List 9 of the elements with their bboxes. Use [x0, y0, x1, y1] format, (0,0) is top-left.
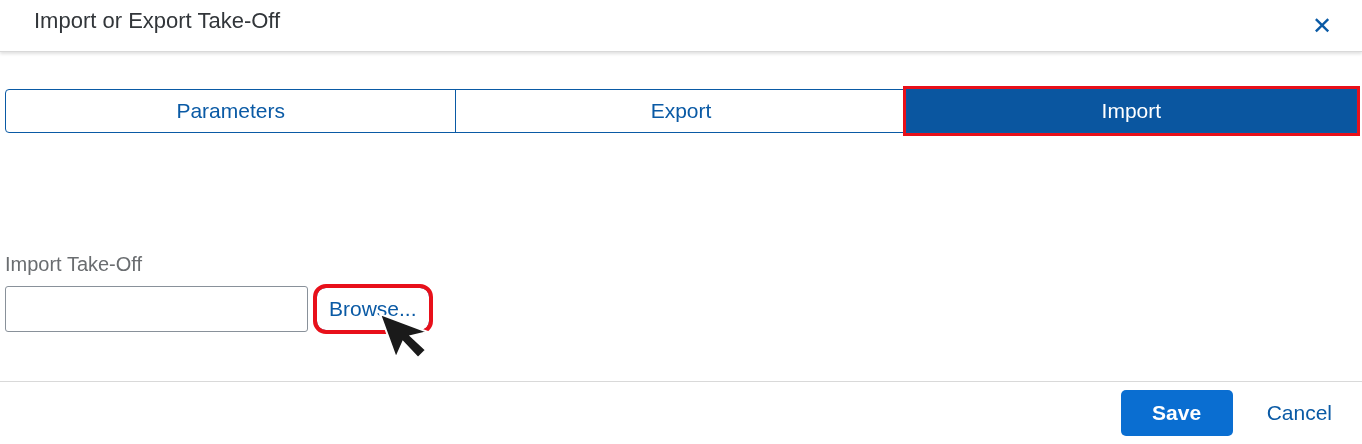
save-button[interactable]: Save: [1120, 390, 1233, 436]
file-path-field[interactable]: [5, 286, 308, 332]
browse-button[interactable]: Browse...: [316, 287, 430, 331]
cancel-button[interactable]: Cancel: [1266, 401, 1332, 425]
close-button[interactable]: ✕: [1312, 13, 1332, 38]
tab[interactable]: Parameters: [5, 89, 457, 133]
tab[interactable]: Import: [905, 89, 1357, 133]
field-label: Import Take-Off: [5, 253, 144, 276]
dialog-title: Import or Export Take-Off: [34, 7, 281, 34]
